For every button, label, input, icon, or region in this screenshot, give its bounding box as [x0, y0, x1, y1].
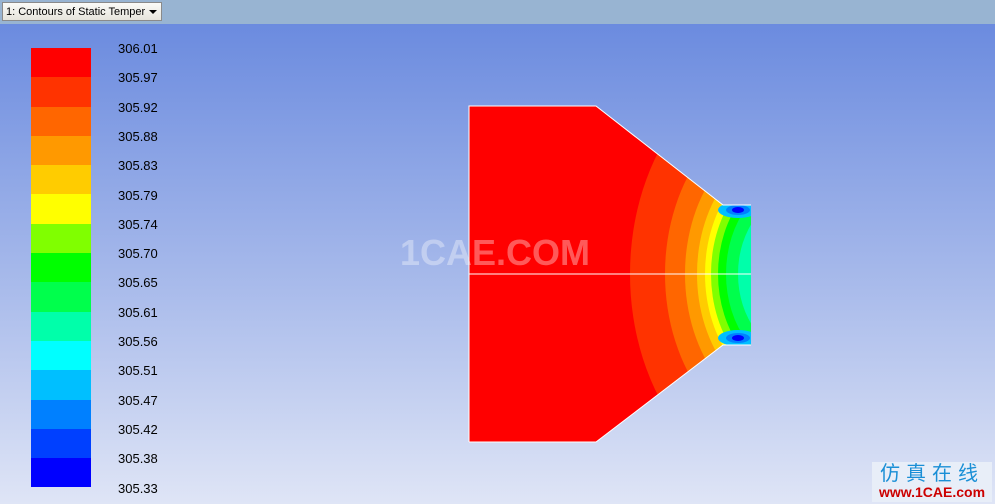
contour-band [758, 214, 842, 334]
vortex-band [732, 335, 744, 341]
site-logo: 仿真在线 www.1CAE.com [872, 462, 992, 502]
watermark: 1CAE.COM [400, 232, 591, 273]
contour-band [738, 193, 751, 355]
logo-en: www.1CAE.com [878, 484, 986, 500]
vortex-band [732, 207, 744, 213]
logo-cn: 仿真在线 [880, 461, 984, 485]
